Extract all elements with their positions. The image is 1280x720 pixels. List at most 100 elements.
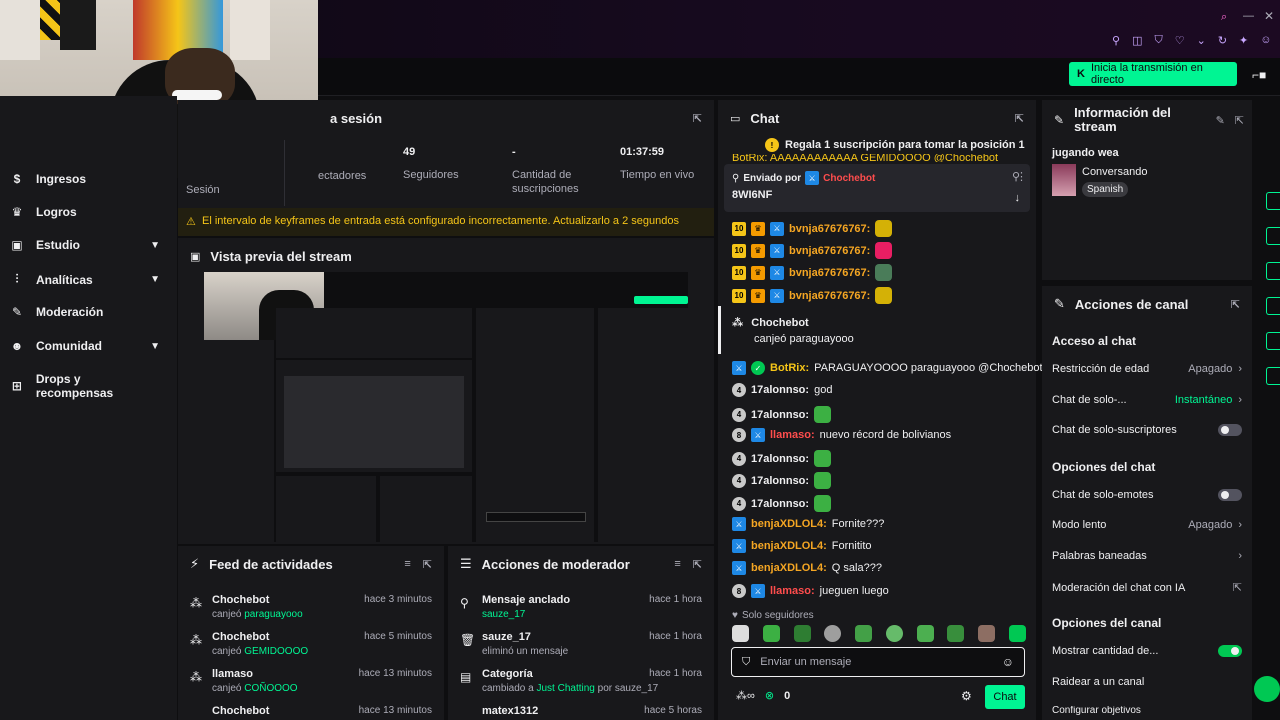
emote-icon[interactable] <box>885 625 903 642</box>
feed-item: Chochebot hace 13 minutos <box>212 705 432 717</box>
mod-badge: ⚔ <box>770 288 784 303</box>
emote-icon[interactable] <box>1008 625 1026 642</box>
sidebar-item-logros[interactable]: ♛ Logros <box>10 205 160 219</box>
emote-icon[interactable] <box>916 625 934 642</box>
pin-icon: ⚲ <box>460 596 469 610</box>
age-restriction-row[interactable]: Restricción de edad Apagado › <box>1052 363 1242 375</box>
sidebar-item-comunidad[interactable]: ☻ Comunidad ▼ <box>10 339 160 353</box>
dock-button[interactable] <box>1266 192 1280 210</box>
close-icon[interactable]: ✕ <box>1264 9 1274 23</box>
search-icon[interactable]: ⌕ <box>1221 11 1227 24</box>
dock-button[interactable] <box>1266 332 1280 350</box>
sub-months-badge: 10 <box>732 265 746 280</box>
emote-icon <box>875 220 893 237</box>
popout-icon[interactable]: ⇱ <box>1231 298 1240 311</box>
redeem-event: ⁂ Chochebot canjeó paraguayooo <box>732 316 854 346</box>
slow-mode-row[interactable]: Modo lento Apagado › <box>1052 519 1242 531</box>
arrow-down-icon[interactable]: ↓ <box>1015 192 1021 204</box>
emoji-icon[interactable]: ☺ <box>1002 655 1014 669</box>
analytics-icon: ⫶ <box>15 272 19 286</box>
settings-icon[interactable]: ⚙ <box>961 689 972 703</box>
edit-icon[interactable]: ✎ <box>1216 114 1225 127</box>
more-icon[interactable]: ⋮ <box>1016 170 1030 183</box>
shield-icon[interactable]: ⛉ <box>1154 34 1162 47</box>
chat-username[interactable]: bvnja67676767: <box>789 290 870 302</box>
banned-words-row[interactable]: Palabras baneadas › <box>1052 550 1242 562</box>
sub-months-badge: 4 <box>732 407 746 422</box>
chat-username[interactable]: llamaso: <box>770 585 815 597</box>
raid-row[interactable]: Raidear a un canal <box>1052 676 1242 688</box>
show-count-toggle[interactable] <box>1218 645 1242 657</box>
category-icon: ▤ <box>460 670 472 684</box>
sidebar-item-drops[interactable]: ⊞ Drops y recompensas <box>10 372 160 400</box>
chevron-down-icon[interactable]: ⌄ <box>1197 34 1206 47</box>
emote-icon[interactable] <box>732 625 749 642</box>
subs-only-toggle[interactable] <box>1218 424 1242 436</box>
filter-icon[interactable]: ≡ <box>674 558 680 571</box>
chat-username[interactable]: BotRix: <box>770 362 809 374</box>
stream-preview[interactable] <box>204 272 688 542</box>
chat-username[interactable]: bvnja67676767: <box>789 223 870 235</box>
chat-username[interactable]: 17alonnso: <box>751 409 809 421</box>
sidebar-item-analiticas[interactable]: ⫶ Analíticas ▼ <box>10 272 160 287</box>
puzzle-icon[interactable]: ✦ <box>1239 34 1248 47</box>
chat-text: god <box>814 384 833 396</box>
chat-text: PARAGUAYOOOO paraguayooo @Chochebot <box>814 362 1043 374</box>
heart-icon[interactable]: ♡ <box>1175 34 1185 47</box>
glasses-icon[interactable]: ⌐■ <box>1252 68 1266 82</box>
sidebar-item-ingresos[interactable]: $ Ingresos <box>10 172 160 186</box>
mod-actions-panel: ☰ Acciones de moderador ≡ ⇱ ⚲ Mensaje anc… <box>448 546 714 720</box>
emotes-only-toggle[interactable] <box>1218 489 1242 501</box>
popout-icon[interactable]: ⇱ <box>1015 112 1024 125</box>
chat-username[interactable]: bvnja67676767: <box>789 267 870 279</box>
chat-input[interactable]: ⛉ Enviar un mensaje ☺ <box>731 647 1025 677</box>
send-chat-button[interactable]: Chat <box>985 685 1025 709</box>
emote-icon[interactable] <box>947 625 965 642</box>
sidebar-item-estudio[interactable]: ▣ Estudio ▼ <box>10 238 160 252</box>
chat-username[interactable]: 17alonnso: <box>751 384 809 396</box>
go-live-button[interactable]: K Inicia la transmisión en directo <box>1069 62 1237 86</box>
chat-username[interactable]: 17alonnso: <box>751 498 809 510</box>
session-header: a sesión ⇱ <box>330 110 702 126</box>
dock-button[interactable] <box>1266 367 1280 385</box>
emote-icon[interactable] <box>762 625 780 642</box>
popout-icon[interactable]: ⇱ <box>693 112 702 125</box>
help-icon[interactable] <box>1254 676 1280 702</box>
dock-button[interactable] <box>1266 227 1280 245</box>
gift-banner[interactable]: ! Regala 1 suscripción para tomar la pos… <box>765 138 1025 152</box>
popout-icon[interactable]: ⇱ <box>423 558 432 571</box>
popout-icon[interactable]: ⇱ <box>693 558 702 571</box>
emote-icon[interactable] <box>824 625 842 642</box>
mod-action-item: matex1312 hace 5 horas <box>482 705 702 717</box>
chat-username[interactable]: benjaXDLOL4: <box>751 518 827 530</box>
refresh-icon[interactable]: ↻ <box>1218 34 1227 47</box>
chat-username[interactable]: 17alonnso: <box>751 475 809 487</box>
popout-icon[interactable]: ⇱ <box>1235 114 1244 127</box>
emote-icon[interactable] <box>793 625 811 642</box>
kick-icon: K <box>1077 68 1085 80</box>
minimize-icon[interactable]: — <box>1243 10 1254 22</box>
chevron-right-icon: › <box>1238 550 1242 562</box>
followers-chat-row[interactable]: Chat de solo-... Instantáneo › <box>1052 394 1242 406</box>
pin-icon[interactable]: ⚲ <box>1112 34 1120 47</box>
stat-viewers: ectadores <box>318 170 367 182</box>
filter-icon[interactable]: ≡ <box>404 558 410 571</box>
sidebar-item-moderacion[interactable]: ✎ Moderación <box>10 305 160 319</box>
chat-username[interactable]: 17alonnso: <box>751 453 809 465</box>
emote-icon <box>814 406 832 423</box>
gift-icon: ! <box>765 138 779 152</box>
emote-icon[interactable] <box>855 625 873 642</box>
dock-button[interactable] <box>1266 297 1280 315</box>
emote-icon[interactable] <box>978 625 996 642</box>
community-icon[interactable]: ⁂∞ <box>736 689 755 702</box>
configure-goals-row[interactable]: Configurar objetivos <box>1052 706 1242 720</box>
ai-mod-row[interactable]: Moderación del chat con IA ⇱ <box>1052 581 1242 595</box>
chat-username[interactable]: benjaXDLOL4: <box>751 562 827 574</box>
chat-username[interactable]: bvnja67676767: <box>789 245 870 257</box>
bookmark-icon[interactable]: ◫ <box>1132 34 1142 47</box>
user-icon[interactable]: ☺ <box>1260 34 1271 47</box>
pinned-message[interactable]: ⚲ Enviado por ⚔ Chochebot 8WI6NF ⚲ ↓ ⋮ <box>724 164 1030 212</box>
chat-username[interactable]: llamaso: <box>770 429 815 441</box>
dock-button[interactable] <box>1266 262 1280 280</box>
chat-username[interactable]: benjaXDLOL4: <box>751 540 827 552</box>
